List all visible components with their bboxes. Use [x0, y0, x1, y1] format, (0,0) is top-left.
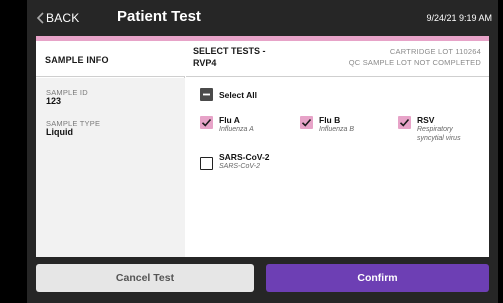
- select-tests-title: SELECT TESTS - RVP4: [193, 45, 266, 69]
- rsv-description-line2: syncytial virus: [417, 135, 461, 142]
- rsv-name[interactable]: RSV: [417, 115, 434, 125]
- test-setup-card: SAMPLE INFO SAMPLE ID 123 SAMPLE TYPE Li…: [36, 36, 489, 257]
- minus-icon: [203, 93, 210, 96]
- checkmark-icon: [201, 118, 212, 127]
- checkmark-icon: [399, 118, 410, 127]
- flu-a-checkbox[interactable]: [200, 116, 213, 129]
- rsv-description-line1: Respiratory: [417, 126, 453, 133]
- flu-a-description: Influenza A: [219, 126, 254, 133]
- footer-actions: Cancel Test Confirm: [27, 257, 498, 303]
- checkmark-icon: [301, 118, 312, 127]
- flu-b-checkbox[interactable]: [300, 116, 313, 129]
- qc-sample-lot-status: QC SAMPLE LOT NOT COMPLETED: [348, 58, 481, 67]
- sample-type-value: Liquid: [46, 127, 73, 137]
- back-button[interactable]: BACK: [46, 11, 79, 25]
- sars-cov-2-checkbox[interactable]: [200, 157, 213, 170]
- app-screen: BACK Patient Test 9/24/21 9:19 AM SAMPLE…: [27, 0, 498, 303]
- select-tests-title-line1: SELECT TESTS -: [193, 46, 266, 56]
- select-tests-panel: SELECT TESTS - RVP4 CARTRIDGE LOT 110264…: [186, 41, 489, 257]
- datetime-display: 9/24/21 9:19 AM: [426, 13, 492, 23]
- sample-info-header: SAMPLE INFO: [36, 41, 185, 77]
- select-tests-header: SELECT TESTS - RVP4 CARTRIDGE LOT 110264…: [186, 41, 489, 77]
- top-bar: BACK Patient Test 9/24/21 9:19 AM: [27, 0, 498, 36]
- sample-info-body: SAMPLE ID 123 SAMPLE TYPE Liquid: [36, 78, 185, 257]
- rsv-checkbox[interactable]: [398, 116, 411, 129]
- flu-a-name[interactable]: Flu A: [219, 115, 240, 125]
- select-tests-panel-name: RVP4: [193, 58, 217, 68]
- sample-info-panel: SAMPLE INFO SAMPLE ID 123 SAMPLE TYPE Li…: [36, 41, 185, 257]
- flu-b-name[interactable]: Flu B: [319, 115, 340, 125]
- select-all-checkbox[interactable]: [200, 88, 213, 101]
- sample-id-value: 123: [46, 96, 62, 106]
- cartridge-lot: CARTRIDGE LOT 110264: [389, 47, 481, 56]
- sars-cov-2-description: SARS-CoV-2: [219, 163, 260, 170]
- sample-info-title: SAMPLE INFO: [45, 55, 109, 65]
- flu-b-description: Influenza B: [319, 126, 355, 133]
- sars-cov-2-name[interactable]: SARS-CoV-2: [219, 152, 270, 162]
- confirm-button[interactable]: Confirm: [266, 264, 489, 292]
- select-all-label[interactable]: Select All: [219, 90, 257, 100]
- cancel-test-button[interactable]: Cancel Test: [36, 264, 254, 292]
- page-title: Patient Test: [117, 8, 201, 25]
